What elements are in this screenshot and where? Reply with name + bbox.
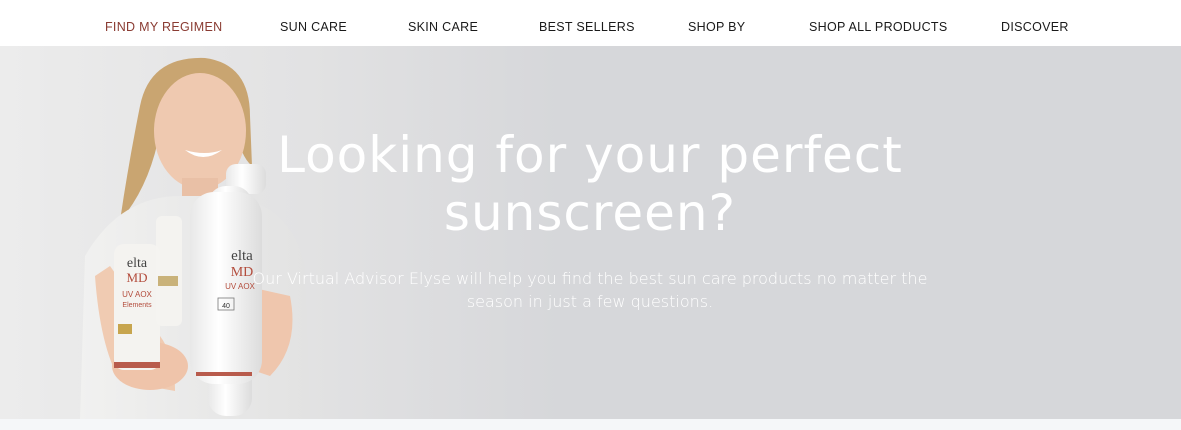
svg-text:40: 40	[222, 303, 230, 310]
top-navigation: FIND MY REGIMEN SUN CARE SKIN CARE BEST …	[0, 0, 1181, 46]
nav-item-best-sellers[interactable]: BEST SELLERS	[539, 20, 635, 34]
nav-item-sun-care[interactable]: SUN CARE	[280, 20, 347, 34]
hero-subtext: Our Virtual Advisor Elyse will help you …	[252, 269, 928, 311]
svg-text:elta: elta	[231, 248, 253, 264]
svg-text:Elements: Elements	[122, 302, 152, 309]
hero-banner: elta MD UV AOX Elements elta MD UV AOX 4…	[0, 46, 1181, 419]
nav-item-skin-care[interactable]: SKIN CARE	[408, 20, 478, 34]
nav-item-shop-all-products[interactable]: SHOP ALL PRODUCTS	[809, 20, 947, 34]
nav-item-shop-by[interactable]: SHOP BY	[688, 20, 745, 34]
page-bottom-strip	[0, 419, 1181, 430]
svg-text:elta: elta	[127, 256, 148, 271]
hero-headline: Looking for your perfect sunscreen?	[277, 126, 903, 242]
svg-text:MD: MD	[127, 270, 148, 285]
nav-item-discover[interactable]: DISCOVER	[1001, 20, 1069, 34]
svg-text:UV AOX: UV AOX	[122, 290, 152, 299]
nav-item-find-my-regimen[interactable]: FIND MY REGIMEN	[105, 20, 222, 34]
